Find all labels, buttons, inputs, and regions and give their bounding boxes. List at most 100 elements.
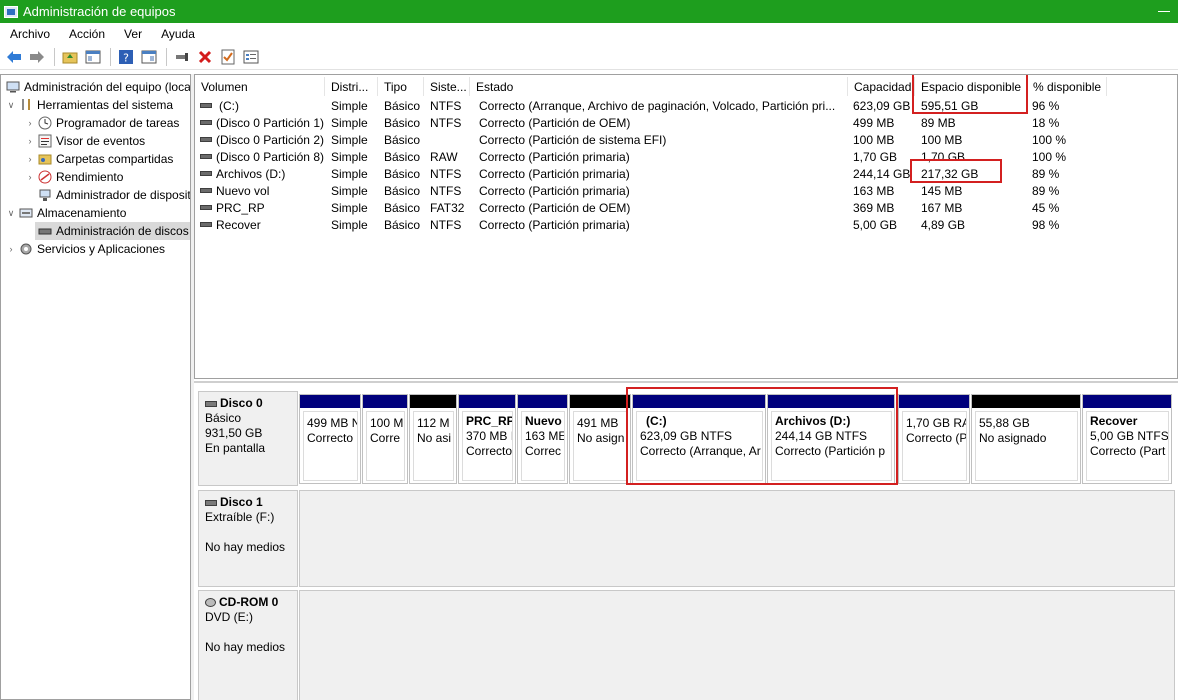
tree-item-shared-folders[interactable]: › Carpetas compartidas <box>25 150 174 168</box>
computer-management-icon <box>4 5 18 18</box>
table-row[interactable]: (C:) Simple Básico NTFS Correcto (Arranq… <box>195 97 1175 114</box>
table-row[interactable]: Recover Simple Básico NTFS Correcto (Par… <box>195 216 1175 233</box>
toolbar-separator <box>54 48 55 66</box>
partition-size: 623,09 GB NTFS <box>640 429 733 443</box>
volume-free: 595,51 GB <box>921 98 979 113</box>
partition-c[interactable]: (C:) 623,09 GB NTFS Correcto (Arranque, Ar <box>632 394 766 484</box>
shared-folder-icon <box>37 152 53 166</box>
help-icon[interactable]: ? <box>116 47 136 67</box>
disk-state: No hay medios <box>205 640 286 654</box>
list-icon[interactable] <box>241 47 261 67</box>
table-row[interactable]: PRC_RP Simple Básico FAT32 Correcto (Par… <box>195 199 1175 216</box>
partition-name: (C:) <box>646 414 667 428</box>
column-filesystem[interactable]: Siste... <box>424 77 470 96</box>
volume-filesystem <box>430 131 470 148</box>
menu-ver[interactable]: Ver <box>114 27 151 41</box>
menu-bar: Archivo Acción Ver Ayuda <box>0 23 1178 45</box>
partition-name: PRC_RP <box>466 414 513 428</box>
partition-name: Recover <box>1090 414 1138 428</box>
volume-filesystem: FAT32 <box>430 200 465 215</box>
volume-capacity: 163 MB <box>853 183 895 198</box>
tree-item-services[interactable]: › Servicios y Aplicaciones <box>6 240 166 258</box>
volume-status: Correcto (Partición primaria) <box>479 149 630 164</box>
connect-icon[interactable] <box>172 47 192 67</box>
volume-icon <box>200 120 212 125</box>
up-folder-icon[interactable] <box>60 47 80 67</box>
tree-item-root[interactable]: Administración del equipo (local) <box>3 78 190 96</box>
volume-type: Básico <box>384 200 421 215</box>
menu-archivo[interactable]: Archivo <box>0 27 59 41</box>
partition-unallocated[interactable]: 55,88 GB No asignado <box>971 394 1081 484</box>
tree-item-event-viewer[interactable]: › Visor de eventos <box>25 132 146 150</box>
chevron-right-icon[interactable]: › <box>6 244 16 254</box>
column-free-space[interactable]: Espacio disponible <box>915 77 1027 96</box>
chevron-down-icon[interactable]: ∨ <box>6 208 16 219</box>
menu-accion[interactable]: Acción <box>59 27 114 41</box>
volume-free: 4,89 GB <box>921 217 966 232</box>
minimize-button[interactable] <box>1158 11 1170 12</box>
properties-icon[interactable] <box>139 47 159 67</box>
disk-type: Extraíble (F:) <box>205 510 275 524</box>
tree-item-system-tools[interactable]: ∨ Herramientas del sistema <box>6 96 173 114</box>
toolbar-separator <box>110 48 111 66</box>
partition-name: Archivos (D:) <box>775 414 851 428</box>
forward-icon[interactable] <box>27 47 47 67</box>
delete-icon[interactable] <box>195 47 215 67</box>
table-row[interactable]: Nuevo vol Simple Básico NTFS Correcto (P… <box>195 182 1175 199</box>
menu-ayuda[interactable]: Ayuda <box>151 27 204 41</box>
chevron-right-icon[interactable]: › <box>25 154 35 164</box>
partition-2[interactable]: 112 M No asi <box>409 394 457 484</box>
tree-item-storage[interactable]: ∨ Almacenamiento <box>6 204 127 222</box>
chevron-right-icon[interactable]: › <box>25 136 35 146</box>
partition-0[interactable]: 499 MB N Correcto <box>299 394 361 484</box>
column-volume[interactable]: Volumen <box>195 77 325 96</box>
cdrom-0-label[interactable]: CD-ROM 0 DVD (E:) No hay medios <box>198 590 298 700</box>
partition-status: No asignado <box>979 431 1047 445</box>
toolbar: ? <box>0 45 1178 70</box>
partition-3[interactable]: PRC_RP 370 MB I Correcto <box>458 394 516 484</box>
column-status[interactable]: Estado <box>470 77 848 96</box>
table-row[interactable]: Archivos (D:) Simple Básico NTFS Correct… <box>195 165 1175 182</box>
table-row[interactable]: (Disco 0 Partición 2) Simple Básico Corr… <box>195 131 1175 148</box>
disk-0-label[interactable]: Disco 0 Básico 931,50 GB En pantalla <box>198 391 298 486</box>
disk-1-label[interactable]: Disco 1 Extraíble (F:) No hay medios <box>198 490 298 587</box>
partition-recover[interactable]: Recover 5,00 GB NTFS Correcto (Part <box>1082 394 1172 484</box>
chevron-right-icon[interactable]: › <box>25 172 35 182</box>
partition-8[interactable]: 1,70 GB RAVCorrecto (P <box>898 394 970 484</box>
volume-layout: Simple <box>331 132 368 147</box>
table-row[interactable]: (Disco 0 Partición 8) Simple Básico RAW … <box>195 148 1175 165</box>
partition-d[interactable]: Archivos (D:) 244,14 GB NTFS Correcto (Par… <box>767 394 895 484</box>
partition-size: 499 MB N <box>307 416 358 430</box>
tree-item-label: Servicios y Aplicaciones <box>37 242 166 256</box>
tree-item-performance[interactable]: › Rendimiento <box>25 168 124 186</box>
partition-size: 163 ME <box>525 429 565 443</box>
volume-percent: 96 % <box>1032 98 1060 113</box>
volume-status: Correcto (Partición de sistema EFI) <box>479 132 667 147</box>
window-title: Administración de equipos <box>23 4 176 19</box>
back-icon[interactable] <box>4 47 24 67</box>
chevron-down-icon[interactable]: ∨ <box>6 100 16 111</box>
partition-5[interactable]: 491 MB No asign <box>569 394 631 484</box>
partition-status: No asi <box>417 431 452 445</box>
console-tree: Administración del equipo (local) ∨ Herr… <box>0 74 191 700</box>
console-tree-icon[interactable] <box>83 47 103 67</box>
disk-size: 931,50 GB <box>205 426 263 440</box>
volume-icon <box>200 103 212 108</box>
tree-item-task-scheduler[interactable]: › Programador de tareas <box>25 114 180 132</box>
chevron-right-icon[interactable]: › <box>25 118 35 128</box>
tree-item-device-manager[interactable]: Administrador de dispositivos <box>35 186 190 204</box>
column-type[interactable]: Tipo <box>378 77 424 96</box>
column-layout[interactable]: Distri... <box>325 77 378 96</box>
table-row[interactable]: (Disco 0 Partición 1) Simple Básico NTFS… <box>195 114 1175 131</box>
partition-4[interactable]: Nuevo 163 ME Correc <box>517 394 568 484</box>
column-percent-free[interactable]: % disponible <box>1027 77 1107 96</box>
volume-name: Recover <box>216 217 261 232</box>
volume-name: (Disco 0 Partición 1) <box>215 115 324 130</box>
volume-percent: 98 % <box>1032 217 1060 232</box>
partition-1[interactable]: 100 M Corre <box>362 394 408 484</box>
volume-free: 100 MB <box>921 132 963 147</box>
column-capacity[interactable]: Capacidad <box>848 77 915 96</box>
tree-item-disk-management[interactable]: Administración de discos <box>35 222 190 240</box>
partition-status: Corre <box>370 431 401 445</box>
check-icon[interactable] <box>218 47 238 67</box>
